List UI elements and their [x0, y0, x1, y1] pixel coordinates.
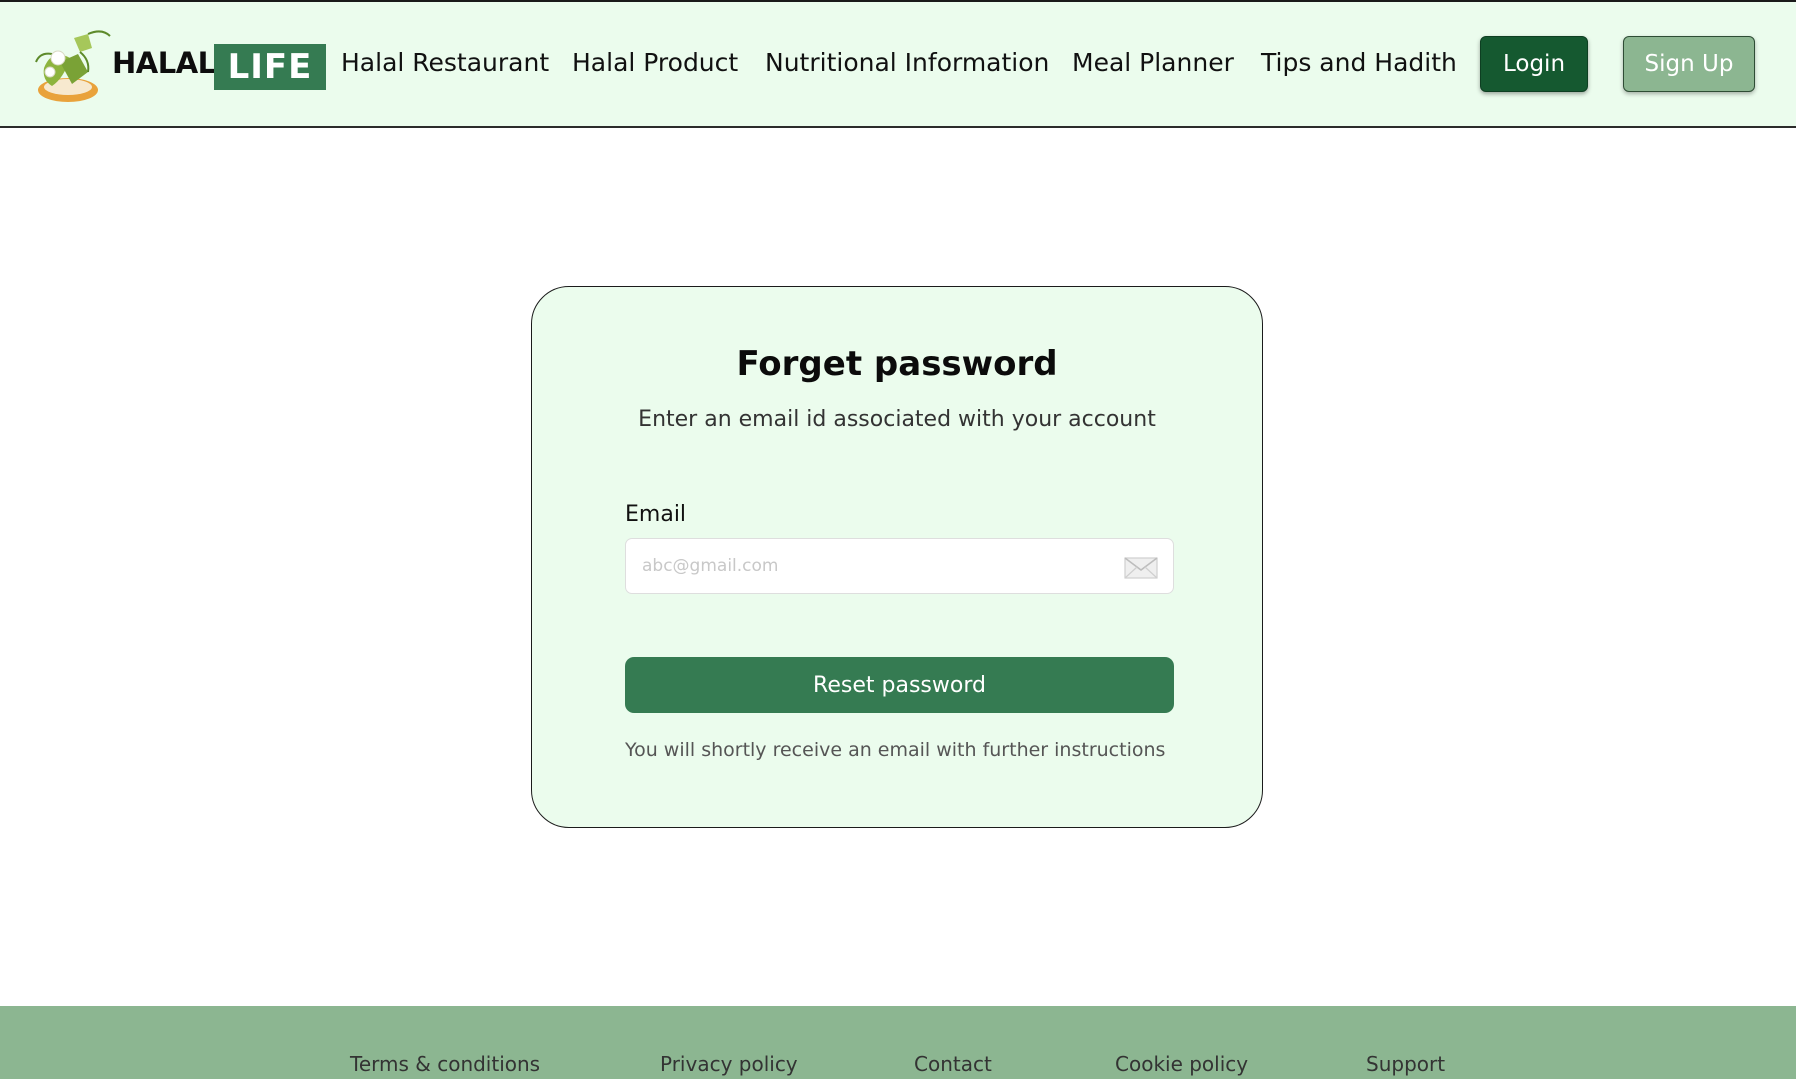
nav-meal-planner[interactable]: Meal Planner	[1072, 48, 1234, 77]
nav-halal-restaurant[interactable]: Halal Restaurant	[341, 48, 549, 77]
email-label: Email	[625, 502, 687, 527]
reset-password-button[interactable]: Reset password	[625, 657, 1174, 713]
logo-text-life: LIFE	[227, 47, 313, 87]
footer-privacy-link[interactable]: Privacy policy	[660, 1052, 798, 1076]
ketupat-logo-icon	[35, 30, 111, 102]
footer-contact-link[interactable]: Contact	[914, 1052, 992, 1076]
page-title: Forget password	[736, 344, 1058, 384]
login-button[interactable]: Login	[1480, 36, 1588, 92]
form-note: You will shortly receive an email with f…	[625, 739, 1166, 761]
nav-tips-and-hadith[interactable]: Tips and Hadith	[1261, 48, 1457, 77]
nav-halal-product[interactable]: Halal Product	[572, 48, 738, 77]
email-field[interactable]	[625, 538, 1174, 594]
logo-text-halal: HALAL	[112, 46, 216, 80]
email-input[interactable]	[642, 539, 1122, 593]
signup-button[interactable]: Sign Up	[1623, 36, 1755, 92]
site-footer: Terms & conditions Privacy policy Contac…	[0, 1006, 1796, 1079]
footer-cookie-link[interactable]: Cookie policy	[1115, 1052, 1248, 1076]
nav-nutritional-information[interactable]: Nutritional Information	[765, 48, 1049, 77]
logo-life-badge: LIFE	[214, 44, 326, 90]
footer-support-link[interactable]: Support	[1366, 1052, 1445, 1076]
brand-logo[interactable]: HALAL LIFE	[30, 28, 330, 108]
form-subtitle: Enter an email id associated with your a…	[638, 407, 1156, 432]
forget-password-card: Forget password Enter an email id associ…	[531, 286, 1263, 828]
footer-terms-link[interactable]: Terms & conditions	[350, 1052, 540, 1076]
mail-icon	[1124, 557, 1158, 579]
site-header: HALAL LIFE Halal Restaurant Halal Produc…	[0, 0, 1796, 128]
